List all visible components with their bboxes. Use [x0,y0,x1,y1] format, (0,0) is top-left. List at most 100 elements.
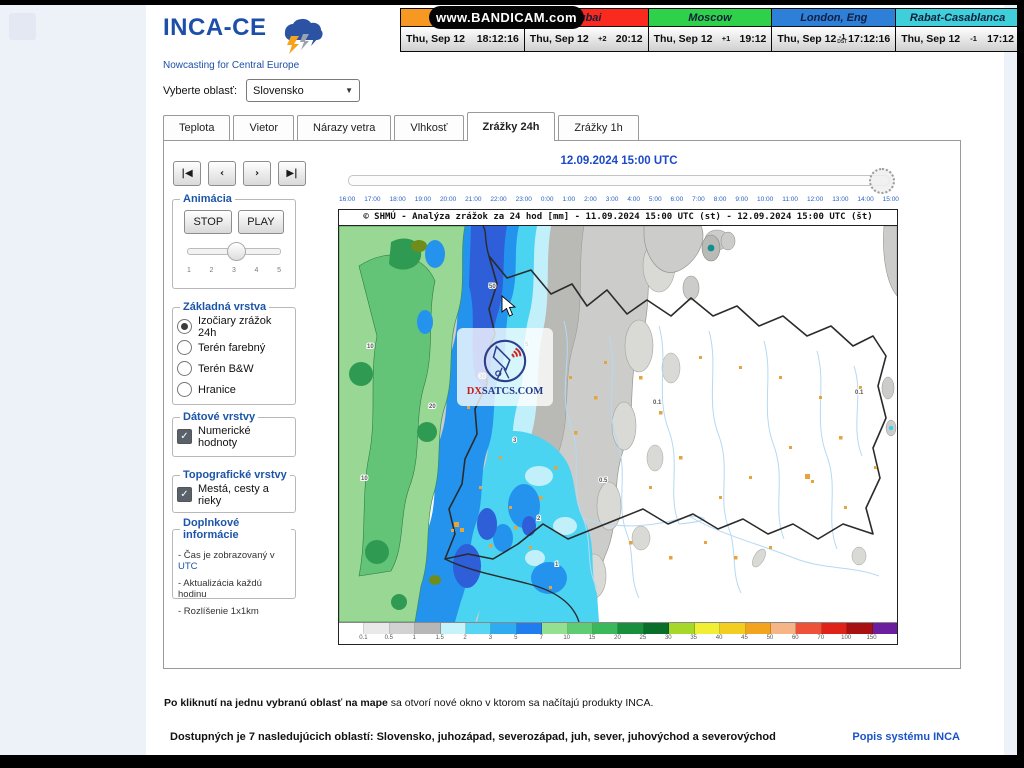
precipitation-map[interactable]: © SHMÚ - Analýza zrážok za 24 hod [mm] -… [338,209,898,645]
map-column: 12.09.2024 15:00 UTC 16:0017:0018:0019:0… [338,155,900,645]
tab-n-razy-vetra[interactable]: Nárazy vetra [297,115,391,140]
speed-slider-handle[interactable] [227,242,246,261]
frame-right [1017,0,1024,768]
base-layer-legend: Základná vrstva [180,301,269,313]
clock-time-row: Thu, Sep 1218:12:16 [401,27,524,51]
first-frame-button[interactable]: |◀ [173,161,201,186]
clock-time-row: Thu, Sep 12-1DST17:12:16 [772,27,895,51]
timeline-tick: 21:00 [465,196,481,203]
checkbox-icon[interactable]: ✓ [177,429,192,444]
checkbox-icon[interactable]: ✓ [177,487,192,502]
colorbar-cell: 50 [746,623,771,634]
utc-link[interactable]: UTC [178,561,198,572]
data-layers-legend: Dátové vrstvy [180,411,258,423]
base-layer-option[interactable]: Hranice [177,379,291,400]
clock-city: Moscow [649,9,772,27]
timeline-tick: 15:00 [883,196,899,203]
timeline-tick: 12:00 [807,196,823,203]
timeline-tick: 18:00 [389,196,405,203]
timeline-tick: 0:00 [541,196,554,203]
colorbar-cell: 1.5 [415,623,440,634]
timeline-tick: 14:00 [857,196,873,203]
timeline-tick: 17:00 [364,196,380,203]
svg-text:0.1: 0.1 [653,400,662,406]
topo-layers-fieldset: Topografické vrstvy ✓Mestá, cesty a riek… [172,469,296,513]
clock-city: Rabat-Casablanca [896,9,1019,27]
footer-row: Dostupných je 7 nasledujúcich oblastí: S… [170,731,960,743]
radio-icon[interactable] [177,361,192,376]
data-layers-fieldset: Dátové vrstvy ✓Numerické hodnoty [172,411,296,457]
colorbar-cell: 2 [441,623,466,634]
clock-city: London, Eng [772,9,895,27]
timeline-slider[interactable] [348,175,890,186]
timeline-tick: 11:00 [782,196,798,203]
region-select[interactable]: Slovensko ▼ [246,79,360,102]
dxsatcs-watermark: DXSATCS.COM [457,328,553,406]
clock-time-row: Thu, Sep 12+119:12 [649,27,772,51]
map-svg: 503020101053210.50.10.1 [339,226,897,622]
animation-legend: Animácia [180,193,235,205]
topo-layers-options: ✓Mestá, cesty a rieky [177,484,291,505]
colorbar-cell: 150 [847,623,872,634]
colorbar-cell: 15 [568,623,593,634]
colorbar-cell: 10 [542,623,567,634]
timeline-current-time: 12.09.2024 15:00 UTC [338,155,900,167]
timeline-tick: 1:00 [562,196,575,203]
base-layer-option[interactable]: Izočiary zrážok 24h [177,316,291,337]
radio-icon[interactable] [177,340,192,355]
info-line: - Aktualizácia každú hodinu [178,578,290,600]
base-layer-fieldset: Základná vrstva Izočiary zrážok 24hTerén… [172,301,296,405]
radio-icon[interactable] [177,319,192,334]
page: BerlinThu, Sep 1218:12:16DubaiThu, Sep 1… [0,0,1024,768]
data-layers-option[interactable]: ✓Numerické hodnoty [177,426,291,447]
last-frame-button[interactable]: ▶| [278,161,306,186]
chevron-down-icon: ▼ [345,86,353,95]
clock-time-row: Thu, Sep 12+220:12 [525,27,648,51]
topo-layers-option[interactable]: ✓Mestá, cesty a rieky [177,484,291,505]
colorbar-cell: 1 [390,623,415,634]
stop-button[interactable]: STOP [184,210,232,234]
svg-text:10: 10 [361,476,368,482]
timeline-ticks: 16:0017:0018:0019:0020:0021:0022:0023:00… [338,196,900,203]
system-description-link[interactable]: Popis systému INCA [852,731,960,743]
frame-nav-buttons: |◀ ‹ › ▶| [173,161,306,186]
prev-frame-button[interactable]: ‹ [208,161,236,186]
region-row: Vyberte oblasť: Slovensko ▼ [163,79,360,102]
timeline-tick: 16:00 [339,196,355,203]
base-layer-option[interactable]: Terén farebný [177,337,291,358]
colorbar-cell: 7 [517,623,542,634]
region-label: Vyberte oblasť: [163,85,237,97]
tab-zr-ky-1h[interactable]: Zrážky 1h [558,115,638,140]
logo-subtitle: Nowcasting for Central Europe [163,60,327,71]
svg-text:0.5: 0.5 [599,478,608,484]
colorbar-cell: 40 [695,623,720,634]
footer-note: Po kliknutí na jednu vybranú oblasť na m… [164,697,653,709]
clock-time-row: Thu, Sep 12-117:12 [896,27,1019,51]
logo-title: INCA-CE [163,14,267,42]
region-select-value: Slovensko [253,85,304,97]
timeline-tick: 6:00 [671,196,684,203]
tab-zr-ky-24h[interactable]: Zrážky 24h [467,112,556,141]
animation-fieldset: Animácia STOP PLAY 12345 [172,193,296,289]
timeline-tick: 5:00 [649,196,662,203]
tab-teplota[interactable]: Teplota [163,115,230,140]
bandicam-watermark: www.BANDICAM.com [429,6,584,29]
precipitation-colorbar: 0.10.511.5235710152025303540455060701001… [339,622,897,644]
svg-text:50: 50 [489,284,496,290]
tab-vlhkos-[interactable]: Vlhkosť [394,115,463,140]
product-panel: |◀ ‹ › ▶| Animácia STOP PLAY 12345 Základná… [163,140,961,669]
topo-layers-legend: Topografické vrstvy [180,469,290,481]
timeline-tick: 20:00 [440,196,456,203]
tab-bar: TeplotaVietorNárazy vetraVlhkosťZrážky 2… [163,112,642,140]
radio-icon[interactable] [177,382,192,397]
tab-vietor[interactable]: Vietor [233,115,294,140]
speed-slider[interactable] [187,248,281,255]
colorbar-cell: 70 [796,623,821,634]
base-layer-option[interactable]: Terén B&W [177,358,291,379]
play-button[interactable]: PLAY [238,210,283,234]
timeline-tick: 23:00 [516,196,532,203]
next-frame-button[interactable]: › [243,161,271,186]
map-title: © SHMÚ - Analýza zrážok za 24 hod [mm] -… [339,210,897,226]
satellite-dish-icon [481,337,529,385]
timeline-slider-handle[interactable] [869,168,895,194]
